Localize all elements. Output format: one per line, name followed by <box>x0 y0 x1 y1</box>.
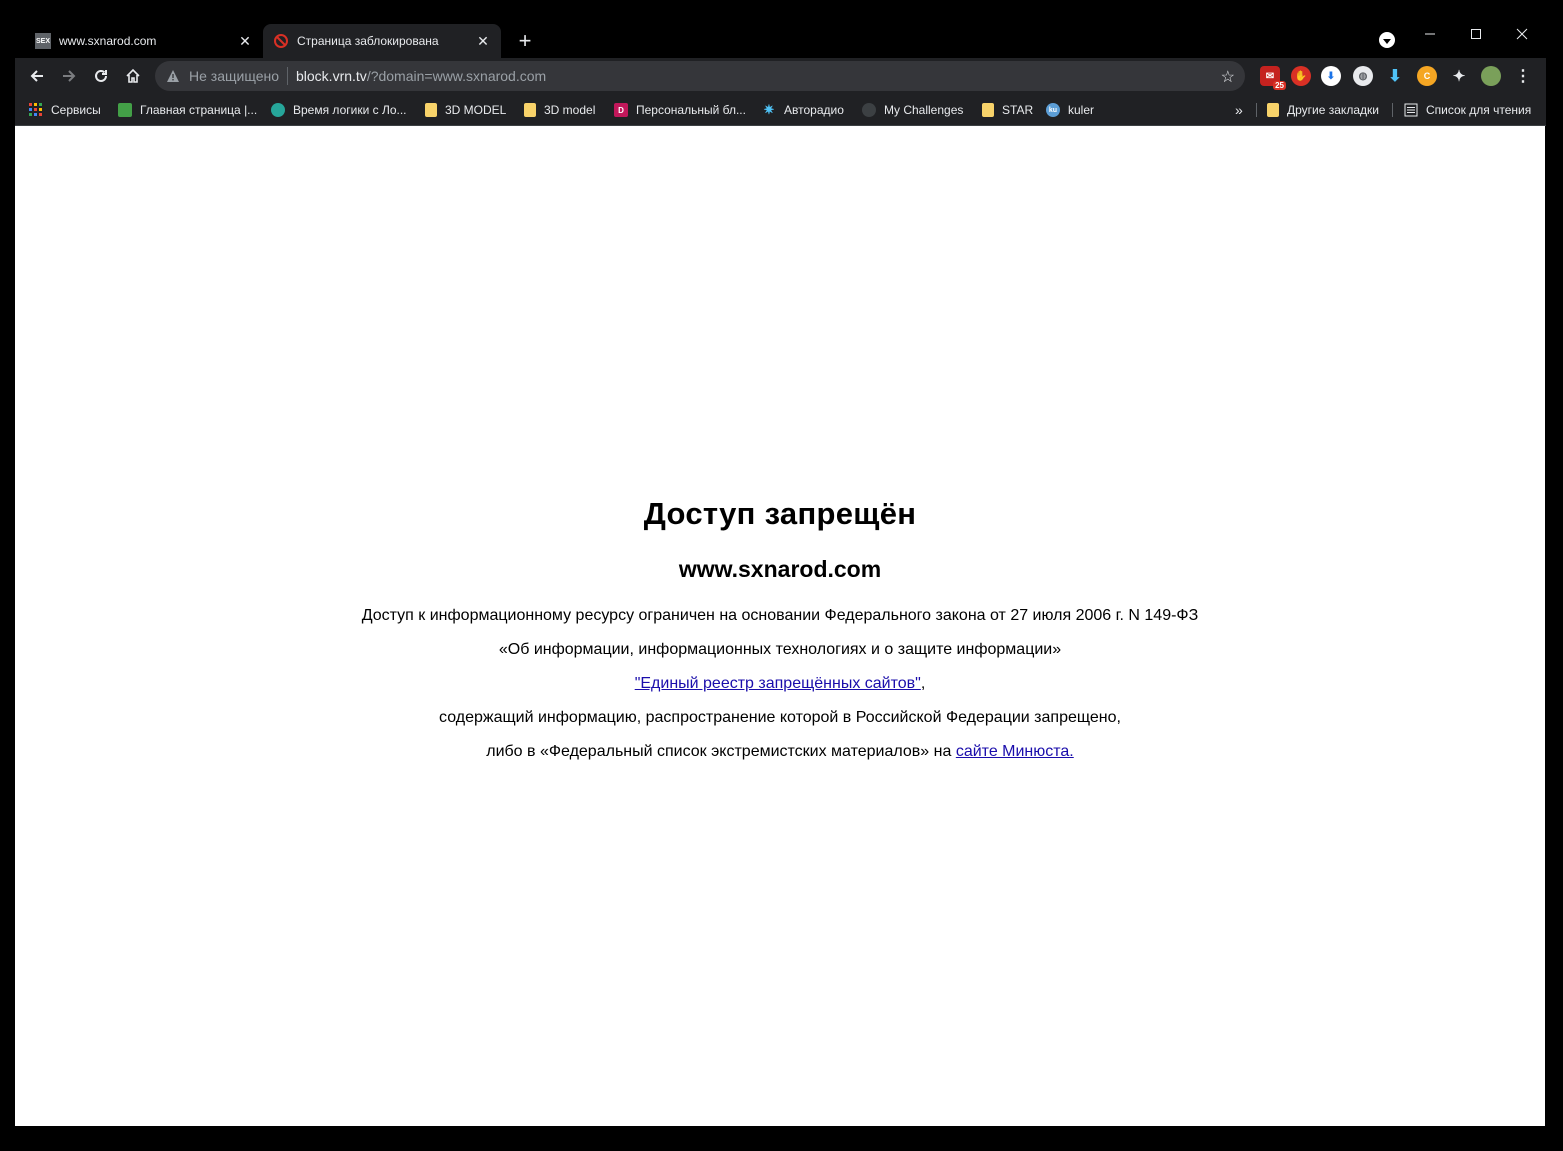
url-host: block.vrn.tv <box>296 68 367 84</box>
folder-icon <box>1267 103 1279 117</box>
back-button[interactable] <box>23 62 51 90</box>
bookmark-label: My Challenges <box>884 103 964 117</box>
bookmark-item[interactable]: ku kuler <box>1046 99 1094 121</box>
globe-icon[interactable]: ◍ <box>1353 66 1373 86</box>
puzzle-icon[interactable]: ✦ <box>1449 66 1469 86</box>
aperture-icon <box>862 103 876 117</box>
forward-button[interactable] <box>55 62 83 90</box>
url-path: /?domain=www.sxnarod.com <box>366 68 547 84</box>
bookmark-star-icon[interactable]: ☆ <box>1221 67 1235 87</box>
minimize-button[interactable] <box>1407 20 1453 48</box>
bookmark-folder[interactable]: 3D MODEL <box>425 99 506 121</box>
registry-suffix: , <box>920 675 926 692</box>
tab-sxnarod[interactable]: SEX www.sxnarod.com ✕ <box>25 24 263 58</box>
toolbar: Не защищено block.vrn.tv/?domain=www.sxn… <box>15 58 1546 94</box>
bookmark-label: Время логики с Ло... <box>293 103 407 117</box>
divider <box>1392 103 1393 117</box>
reading-list-icon <box>1404 103 1418 117</box>
other-bookmarks[interactable]: Другие закладки <box>1267 99 1379 121</box>
adblock-icon[interactable]: ✋ <box>1291 66 1311 86</box>
home-button[interactable] <box>119 62 147 90</box>
mail-extension-icon[interactable]: ✉ 25 <box>1260 66 1286 90</box>
d-logo-icon: D <box>614 103 628 117</box>
folder-icon <box>982 103 994 117</box>
bookmark-item[interactable]: D Персональный бл... <box>614 99 746 121</box>
new-tab-button[interactable]: + <box>513 30 537 54</box>
reading-list-label: Список для чтения <box>1426 103 1532 117</box>
tab-blocked-page[interactable]: Страница заблокирована ✕ <box>263 24 501 58</box>
browser-window: SEX www.sxnarod.com ✕ Страница заблокиро… <box>15 16 1546 1126</box>
page-content: Доступ запрещён www.sxnarod.com Доступ к… <box>15 126 1545 1126</box>
divider <box>287 67 288 85</box>
close-icon[interactable]: ✕ <box>237 33 253 49</box>
blocked-icon <box>273 33 289 49</box>
mail-badge: 25 <box>1273 81 1286 90</box>
bookmark-item[interactable]: Время логики с Ло... <box>271 99 407 121</box>
folder-icon <box>524 103 536 117</box>
sex-site-icon: SEX <box>35 33 51 49</box>
site-green-icon <box>118 103 132 117</box>
reading-list[interactable]: Список для чтения <box>1404 99 1531 121</box>
folder-icon <box>425 103 437 117</box>
bookmark-label: Персональный бл... <box>636 103 746 117</box>
menu-kebab-icon[interactable]: ⋮ <box>1513 66 1533 86</box>
registry-line: "Единый реестр запрещённых сайтов", <box>15 667 1545 701</box>
bookmark-label: STAR <box>1002 103 1034 117</box>
blocked-domain: www.sxnarod.com <box>678 556 882 582</box>
reload-button[interactable] <box>87 62 115 90</box>
extremist-list-text: либо в «Федеральный список экстремистски… <box>486 743 956 760</box>
close-window-button[interactable] <box>1499 20 1545 48</box>
extremist-list-line: либо в «Федеральный список экстремистски… <box>15 735 1545 769</box>
graduation-cap-icon <box>271 103 285 117</box>
bookmark-item[interactable]: My Challenges <box>862 99 963 121</box>
blocked-notice: Доступ запрещён www.sxnarod.com Доступ к… <box>15 496 1545 769</box>
avatar[interactable] <box>1481 66 1501 86</box>
bookmark-label: kuler <box>1068 103 1095 117</box>
kuler-icon: ku <box>1046 103 1060 117</box>
divider <box>1256 103 1257 117</box>
registry-link[interactable]: "Единый реестр запрещённых сайтов" <box>635 675 921 692</box>
bookmark-item[interactable]: ✷ Авторадио <box>762 99 844 121</box>
minjust-link[interactable]: сайте Минюста. <box>956 743 1074 760</box>
bookmark-folder[interactable]: 3D model <box>524 99 595 121</box>
star-burst-icon: ✷ <box>763 102 775 117</box>
bookmark-folder[interactable]: STAR <box>982 99 1033 121</box>
bookmark-apps[interactable]: Сервисы <box>29 99 101 121</box>
law-title-line: «Об информации, информационных технологи… <box>498 641 1062 658</box>
maximize-button[interactable] <box>1453 20 1499 48</box>
law-text-line: Доступ к информационному ресурсу огранич… <box>361 607 1199 624</box>
apps-grid-icon <box>29 103 43 117</box>
other-bookmarks-label: Другие закладки <box>1287 103 1379 117</box>
bookmark-label: Сервисы <box>51 103 101 117</box>
close-icon[interactable]: ✕ <box>475 33 491 49</box>
tab-title: www.sxnarod.com <box>59 34 157 48</box>
content-description-line: содержащий информацию, распространение к… <box>439 709 1121 726</box>
security-label[interactable]: Не защищено <box>189 68 279 84</box>
bookmark-label: 3D model <box>544 103 596 117</box>
bookmarks-bar: Сервисы Главная страница |... Время логи… <box>15 94 1546 126</box>
address-bar[interactable]: Не защищено block.vrn.tv/?domain=www.sxn… <box>155 61 1245 91</box>
download-arrow-icon[interactable]: ⬇ <box>1385 66 1405 86</box>
bookmark-label: Авторадио <box>784 103 844 117</box>
page-title: Доступ запрещён <box>643 496 917 531</box>
bookmark-label: Главная страница |... <box>140 103 258 117</box>
tab-strip: SEX www.sxnarod.com ✕ Страница заблокиро… <box>15 16 1546 58</box>
download-circle-icon[interactable]: ⬇ <box>1321 66 1341 86</box>
bookmark-item[interactable]: Главная страница |... <box>118 99 257 121</box>
bookmark-label: 3D MODEL <box>445 103 507 117</box>
tab-title: Страница заблокирована <box>297 34 439 48</box>
bookmarks-overflow-chevron-icon[interactable]: » <box>1235 99 1243 121</box>
warning-icon[interactable] <box>165 68 181 84</box>
coin-extension-icon[interactable]: C <box>1417 66 1437 86</box>
tab-search-icon[interactable] <box>1379 32 1395 48</box>
